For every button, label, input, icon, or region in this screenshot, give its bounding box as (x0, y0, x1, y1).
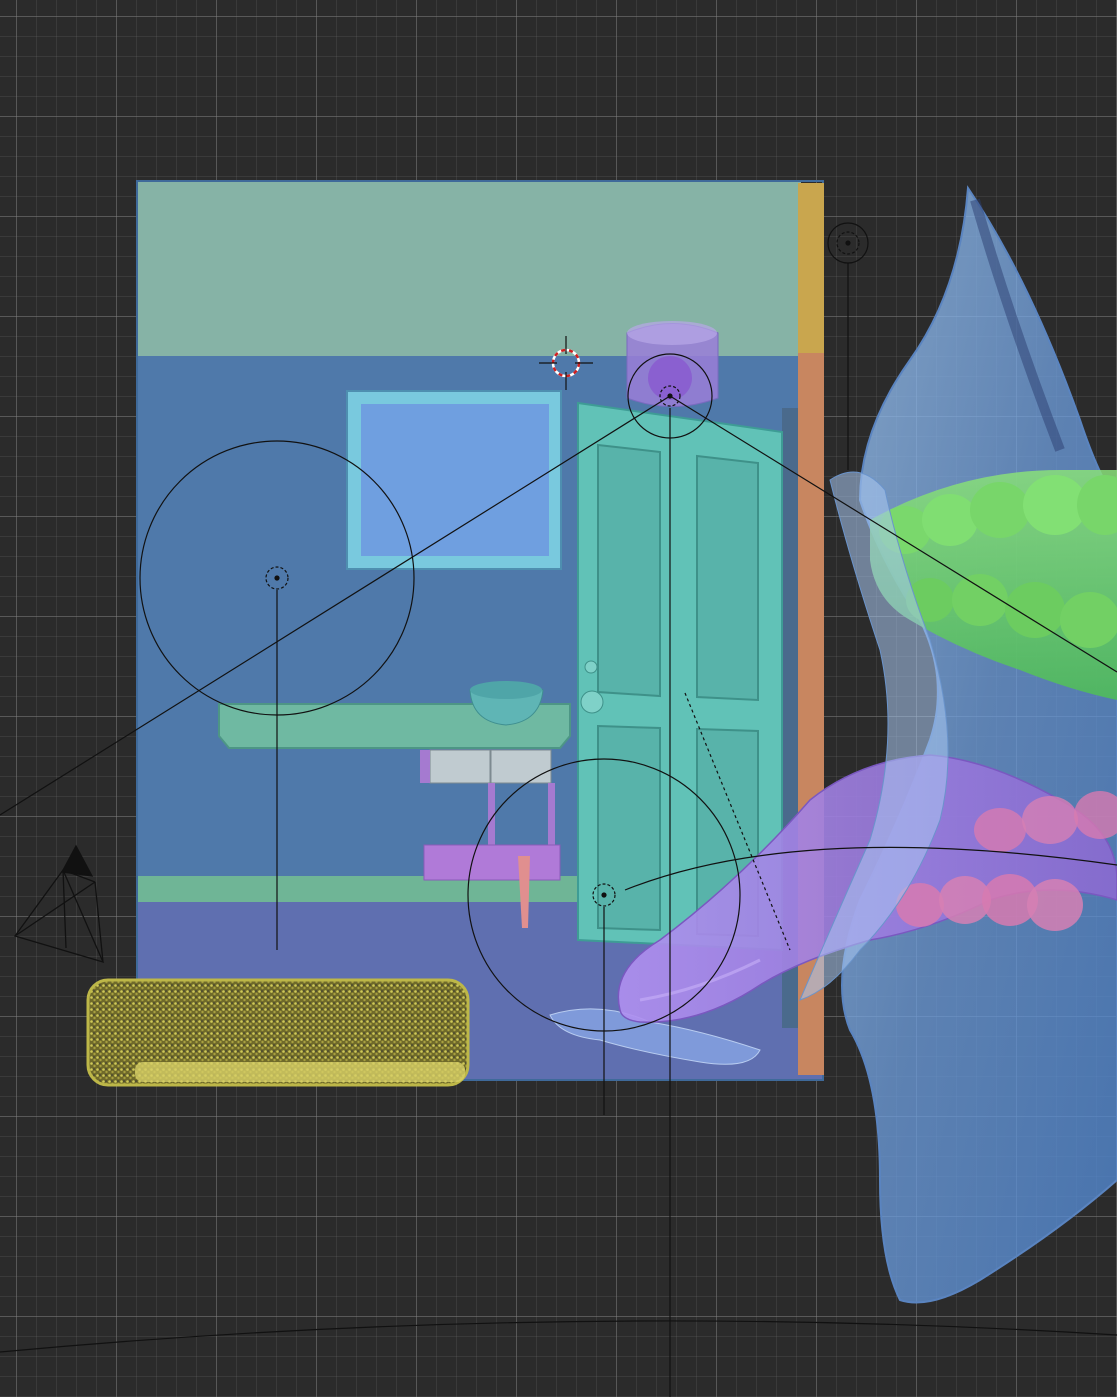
camera-up-triangle (60, 844, 94, 877)
vanity-drawer-right[interactable] (490, 749, 552, 784)
door-panel-bottom-left (597, 724, 661, 932)
rug[interactable] (86, 978, 470, 1087)
vanity-shelf (423, 844, 561, 881)
door-panel-top-left (597, 443, 661, 698)
mirror[interactable] (346, 390, 562, 570)
mirror-glass (361, 404, 549, 556)
vanity-drawer-left[interactable] (429, 749, 491, 784)
door-panel-top-right (696, 454, 759, 702)
ceiling-light[interactable] (626, 321, 719, 407)
door-lock (584, 660, 598, 674)
door-knob[interactable] (580, 690, 604, 714)
lip-shell[interactable] (841, 185, 1117, 1304)
scene-canvas[interactable] (0, 0, 1117, 1397)
3d-viewport[interactable] (0, 0, 1117, 1397)
camera-object[interactable] (13, 844, 105, 964)
wall-trim-right-upper (798, 183, 824, 353)
